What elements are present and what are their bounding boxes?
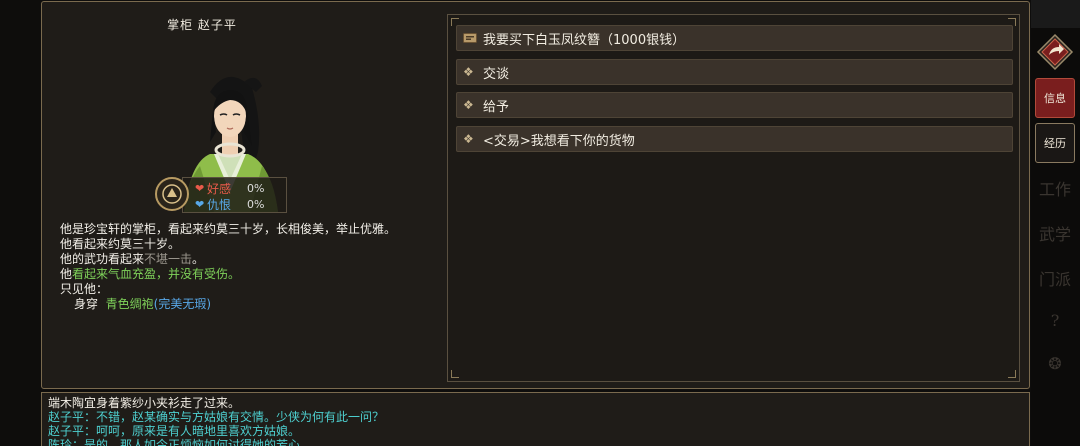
right-sidebar: 信息 经历 工作 武学 门派 ? ❂ xyxy=(1031,0,1080,446)
npc-description: 他是珍宝轩的掌柜，看起来约莫三十岁，长相俊美，举止优雅。 他看起来约莫三十岁。 … xyxy=(60,222,430,312)
sidebar-top-bar xyxy=(1031,0,1080,28)
equipment-item[interactable]: 青色绸袍 xyxy=(106,297,154,311)
hatred-value: 0% xyxy=(247,198,265,211)
npc-title: 掌柜 赵子平 xyxy=(167,18,237,32)
equipment-quality: 完美无瑕 xyxy=(158,297,207,311)
back-arrow-icon xyxy=(1036,33,1074,71)
buy-ticket-icon xyxy=(463,33,483,43)
option-label: 给予 xyxy=(483,99,510,115)
log-line: 陈玲：是的，那人如今正烦恼如何讨得她的芳心。 xyxy=(48,438,313,446)
heart-icon: ❤ xyxy=(195,182,205,195)
health-status: 看起来气血充盈，并没有受伤。 xyxy=(72,267,241,281)
corner-ornament xyxy=(1008,370,1016,378)
sidebar-tab-info[interactable]: 信息 xyxy=(1035,78,1075,118)
desc-line-5: 只见他： xyxy=(60,282,109,296)
diamond-icon: ❖ xyxy=(463,98,474,112)
dialogue-option-give[interactable]: ❖ 给予 xyxy=(456,92,1013,118)
settings-gear-icon[interactable]: ❂ xyxy=(1037,345,1073,381)
dialogue-option-talk[interactable]: ❖ 交谈 xyxy=(456,59,1013,85)
dialogue-option-trade[interactable]: ❖ <交易>我想看下你的货物 xyxy=(456,126,1013,152)
corner-ornament xyxy=(451,370,459,378)
option-label: 交谈 xyxy=(483,66,510,82)
log-line: 赵子平：呵呵，原来是有人暗地里喜欢方姑娘。 xyxy=(48,424,301,438)
hatred-label: 仇恨 xyxy=(207,198,232,212)
desc-line-4: 他看起来气血充盈，并没有受伤。 xyxy=(60,267,430,282)
diamond-icon: ❖ xyxy=(463,132,474,146)
message-log[interactable]: 端木陶宜身着紫纱小夹衫走了过来。 赵子平：不错，赵某确实与方姑娘有交情。少侠为何… xyxy=(41,392,1030,446)
favor-label: 好感 xyxy=(207,182,232,196)
back-arrow-button[interactable] xyxy=(1035,32,1075,72)
desc-line-3: 他的武功看起来不堪一击。 xyxy=(60,252,430,267)
desc-line-3-suffix: 。 xyxy=(192,252,205,266)
sidebar-tab-sect[interactable]: 门派 xyxy=(1037,260,1073,296)
desc-line-2: 他看起来约莫三十岁。 xyxy=(60,237,181,251)
dialogue-option-buy[interactable]: 我要买下白玉凤纹簪（1000银钱） xyxy=(456,25,1013,51)
sidebar-tab-work[interactable]: 工作 xyxy=(1037,170,1073,206)
favor-row: ❤ 好感 0% xyxy=(195,180,264,197)
equipment-line: 身穿 青色绸袍(完美无瑕) xyxy=(60,297,430,312)
desc-line-3-prefix: 他的武功看起来 xyxy=(60,252,145,266)
quality-close: ) xyxy=(206,297,212,311)
dialogue-options-panel: 我要买下白玉凤纹簪（1000银钱） ❖ 交谈 ❖ 给予 ❖ <交易>我想看下你的… xyxy=(447,14,1020,382)
option-label: <交易>我想看下你的货物 xyxy=(483,133,635,149)
log-line: 端木陶宜身着紫纱小夹衫走了过来。 xyxy=(48,396,241,410)
sidebar-tab-experience[interactable]: 经历 xyxy=(1035,123,1075,163)
wear-label: 身穿 xyxy=(74,297,99,311)
martial-rating: 不堪一击 xyxy=(144,252,193,266)
diamond-icon: ❖ xyxy=(463,65,474,79)
desc-line-1: 他是珍宝轩的掌柜，看起来约莫三十岁，长相俊美，举止优雅。 xyxy=(60,222,397,236)
npc-interaction-panel: 掌柜 赵子平 ❤ 好感 0% ❤ 仇恨 0% 他是珍宝轩的掌柜，看起来约莫三十岁… xyxy=(41,1,1030,389)
sidebar-tab-martial[interactable]: 武学 xyxy=(1037,215,1073,251)
desc-line-4-prefix: 他 xyxy=(60,267,73,281)
hatred-row: ❤ 仇恨 0% xyxy=(195,196,264,213)
log-line: 赵子平：不错，赵某确实与方姑娘有交情。少侠为何有此一问？ xyxy=(48,410,385,424)
help-icon[interactable]: ? xyxy=(1037,302,1073,338)
heart-blue-icon: ❤ xyxy=(195,198,205,211)
relationship-emblem-icon[interactable] xyxy=(155,177,189,211)
option-label: 我要买下白玉凤纹簪（1000银钱） xyxy=(483,32,686,48)
npc-info-column: 掌柜 赵子平 ❤ 好感 0% ❤ 仇恨 0% 他是珍宝轩的掌柜，看起来约莫三十岁… xyxy=(42,2,442,388)
favor-value: 0% xyxy=(247,182,265,195)
